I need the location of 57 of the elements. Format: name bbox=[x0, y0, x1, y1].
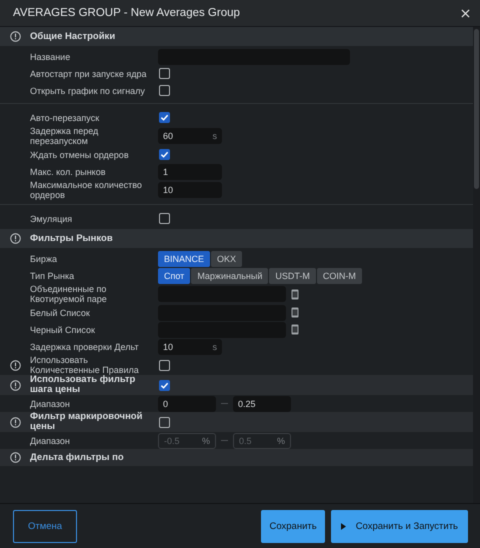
range-to-input[interactable]: 0.25 bbox=[233, 396, 291, 412]
alert-icon bbox=[10, 233, 21, 244]
field-label: Диапазон bbox=[30, 398, 71, 408]
field-label: Диапазон bbox=[30, 436, 71, 446]
checkbox[interactable] bbox=[159, 149, 170, 160]
field-label: Тип Рынка bbox=[30, 270, 76, 280]
segment-button[interactable]: Спот bbox=[158, 268, 190, 284]
trash-icon[interactable] bbox=[291, 288, 299, 300]
checkbox[interactable] bbox=[159, 213, 170, 224]
segment-button[interactable]: Маржинальный bbox=[191, 268, 268, 284]
alert-icon bbox=[10, 31, 21, 42]
number-input[interactable]: 60 s bbox=[158, 128, 222, 144]
number-input[interactable]: 10 bbox=[158, 182, 222, 198]
checkbox[interactable] bbox=[159, 380, 170, 390]
field-label: Биржа bbox=[30, 254, 58, 264]
field-label: Ждать отмены ордеров bbox=[30, 150, 130, 160]
field-label: Авто-перезапуск bbox=[30, 112, 100, 122]
section-header[interactable]: Фильтры Рынков bbox=[0, 229, 473, 248]
field-label: Задержка проверки Дельт bbox=[30, 342, 140, 352]
segment-button[interactable]: COIN-M bbox=[316, 268, 362, 284]
segment-button[interactable]: USDT-M bbox=[269, 268, 316, 284]
number-input[interactable]: 10 s bbox=[158, 338, 222, 354]
field-label: Название bbox=[30, 52, 72, 62]
field-label: Объединенные по Квотируемой паре bbox=[30, 284, 108, 304]
field-label: Фильтр маркировочной цены bbox=[30, 412, 144, 432]
segment-button[interactable]: OKX bbox=[211, 250, 242, 266]
section-header[interactable]: Общие Настройки bbox=[0, 27, 473, 46]
trash-icon[interactable] bbox=[291, 307, 299, 318]
field-label: Открыть график по сигналу bbox=[30, 86, 146, 96]
checkbox[interactable] bbox=[159, 68, 170, 79]
checkbox[interactable] bbox=[159, 85, 170, 96]
play-icon bbox=[340, 522, 346, 530]
checkbox[interactable] bbox=[159, 112, 170, 123]
window-title: AVERAGES GROUP - New Averages Group bbox=[13, 7, 240, 19]
segment-button[interactable]: BINANCE bbox=[158, 250, 210, 266]
section-title: Фильтры Рынков bbox=[30, 233, 113, 244]
save-button[interactable]: Сохранить bbox=[261, 510, 325, 542]
field-label: Использовать Количественные Правила bbox=[30, 355, 140, 375]
section-title: Общие Настройки bbox=[30, 31, 116, 42]
checkbox[interactable] bbox=[159, 416, 170, 428]
number-input[interactable]: 1 bbox=[158, 164, 222, 180]
trash-icon[interactable] bbox=[291, 324, 299, 335]
save-and-run-button[interactable]: Сохранить и Запустить bbox=[330, 510, 468, 542]
close-icon[interactable] bbox=[461, 8, 470, 18]
field-label: Задержка перед перезапуском bbox=[30, 126, 100, 146]
scrollbar[interactable] bbox=[473, 27, 480, 503]
field-label: Автостарт при запуске ядра bbox=[30, 68, 148, 78]
field-label: Черный Список bbox=[30, 324, 96, 334]
field-label: Эмуляция bbox=[30, 214, 74, 224]
field-label: Максимальное количество ордеров bbox=[30, 180, 143, 200]
field-label: Использовать фильтр шага цены bbox=[30, 375, 136, 395]
field-label: Белый Список bbox=[30, 308, 91, 318]
range-from-input[interactable]: 0 bbox=[158, 396, 216, 412]
cancel-button[interactable]: Отмена bbox=[13, 510, 77, 542]
checkbox[interactable] bbox=[159, 360, 170, 370]
field-label: Дельта фильтры по bbox=[30, 452, 125, 462]
field-label: Макс. кол. рынков bbox=[30, 166, 107, 176]
